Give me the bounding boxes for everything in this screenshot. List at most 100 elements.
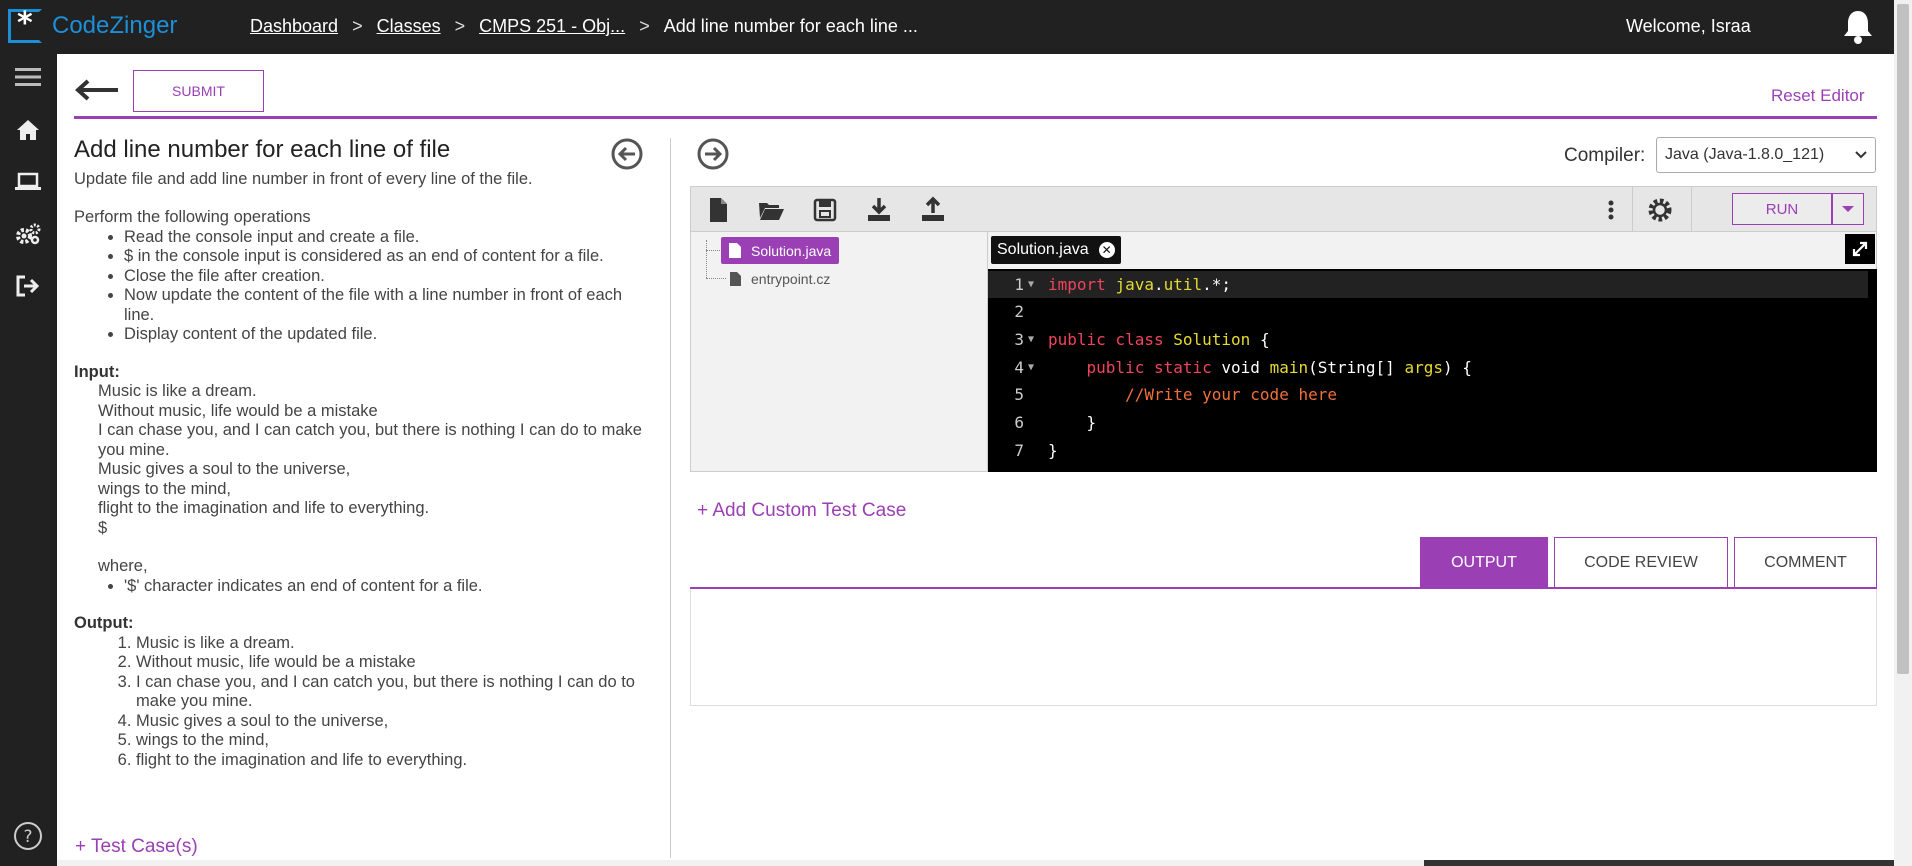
- output-line: flight to the imagination and life to ev…: [136, 751, 654, 771]
- laptop-icon[interactable]: [12, 166, 44, 198]
- tab-solution-java[interactable]: Solution.java ✕: [991, 236, 1121, 264]
- input-line: Music is like a dream.: [98, 382, 257, 400]
- tree-connector: [706, 240, 707, 278]
- tab-label: Solution.java: [997, 241, 1089, 258]
- code-text: //Write your code here: [1125, 385, 1337, 404]
- list-item: Display content of the updated file.: [124, 325, 654, 345]
- operations-list: Read the console input and create a file…: [124, 228, 654, 345]
- download-icon[interactable]: [865, 196, 893, 224]
- code-editor[interactable]: 1 ▼ import java.util.*; 2 3 ▼ public class…: [988, 269, 1877, 472]
- fold-arrow-icon[interactable]: ▼: [1028, 334, 1040, 345]
- breadcrumb-separator: >: [352, 16, 363, 36]
- tree-connector: [706, 250, 720, 251]
- tab-comment[interactable]: COMMENT: [1734, 537, 1877, 589]
- new-file-icon[interactable]: [704, 196, 732, 224]
- line-number: 1: [1014, 275, 1024, 294]
- test-cases-link[interactable]: + Test Case(s): [75, 836, 198, 858]
- fold-arrow-icon[interactable]: ▼: [1028, 279, 1040, 290]
- code-line: 7 }: [988, 437, 1877, 464]
- help-icon[interactable]: ?: [12, 820, 44, 852]
- output-line: wings to the mind,: [136, 731, 654, 751]
- editor-toolbar: [690, 186, 1877, 233]
- line-number: 7: [1014, 441, 1024, 460]
- submit-button[interactable]: SUBMIT: [133, 70, 264, 112]
- output-line: I can chase you, and I can catch you, bu…: [136, 673, 654, 712]
- close-tab-icon[interactable]: ✕: [1098, 242, 1115, 258]
- horizontal-scrollbar-thumb[interactable]: [1424, 860, 1894, 866]
- compiler-label: Compiler:: [1564, 145, 1646, 166]
- code-line: 5 //Write your code here: [988, 381, 1877, 408]
- logo[interactable]: CodeZinger: [8, 6, 178, 43]
- vertical-scrollbar-thumb[interactable]: [1897, 4, 1909, 674]
- file-tree: [690, 232, 988, 472]
- file-tree-item-solution[interactable]: Solution.java: [721, 237, 840, 264]
- file-tree-item-entrypoint[interactable]: entrypoint.cz: [730, 269, 830, 289]
- input-line: $: [98, 518, 108, 537]
- open-folder-icon[interactable]: [757, 196, 785, 224]
- file-icon: [730, 272, 741, 286]
- caret-down-icon: [1842, 206, 1854, 212]
- code-text: import java.util.*;: [1048, 275, 1232, 294]
- back-arrow-icon[interactable]: [74, 78, 120, 102]
- logo-mark-icon: [8, 6, 42, 43]
- menu-icon[interactable]: [12, 61, 44, 93]
- reset-editor-link[interactable]: Reset Editor: [1771, 86, 1865, 106]
- breadcrumb-course[interactable]: CMPS 251 - Obj...: [479, 16, 625, 37]
- code-line: 2: [988, 298, 1877, 325]
- collapse-left-icon[interactable]: [611, 138, 643, 170]
- code-text: }: [1048, 441, 1058, 460]
- breadcrumb-current: Add line number for each line ...: [663, 16, 918, 36]
- run-button[interactable]: RUN: [1732, 193, 1832, 225]
- home-icon[interactable]: [12, 114, 44, 146]
- breadcrumb-dashboard[interactable]: Dashboard: [250, 16, 338, 37]
- tab-output[interactable]: OUTPUT: [1420, 537, 1548, 589]
- input-line: I can chase you, and I can catch you, bu…: [98, 421, 642, 459]
- line-number: 6: [1014, 413, 1024, 432]
- code-line: 4 ▼ public static void main(String[] args…: [988, 354, 1877, 381]
- sample-output: Music is like a dream. Without music, li…: [136, 634, 654, 771]
- list-item: Close the file after creation.: [124, 267, 654, 287]
- code-line: 1 ▼ import java.util.*;: [988, 271, 1868, 298]
- list-item: Read the console input and create a file…: [124, 228, 654, 248]
- breadcrumb-separator: >: [454, 16, 466, 36]
- add-custom-test-case-link[interactable]: + Add Custom Test Case: [697, 500, 906, 522]
- panel-divider[interactable]: [670, 138, 671, 858]
- input-label: Input:: [74, 362, 120, 381]
- expand-right-icon[interactable]: [697, 138, 729, 170]
- save-icon[interactable]: [811, 196, 839, 224]
- output-line: Music gives a soul to the universe,: [136, 712, 654, 732]
- file-tree-label: entrypoint.cz: [751, 271, 831, 287]
- more-vertical-icon[interactable]: [1597, 196, 1625, 224]
- line-number: 3: [1014, 330, 1024, 349]
- code-line: 3 ▼ public class Solution {: [988, 326, 1877, 353]
- output-label: Output:: [74, 614, 134, 632]
- compiler-select[interactable]: Java (Java-1.8.0_121): [1656, 137, 1876, 173]
- header-divider: [74, 116, 1877, 119]
- run-options-button[interactable]: [1832, 193, 1864, 225]
- sign-out-icon[interactable]: [12, 270, 44, 302]
- code-text: public static void main(String[] args) {: [1086, 358, 1472, 377]
- settings-icon[interactable]: [1646, 196, 1674, 224]
- fullscreen-button[interactable]: [1845, 234, 1875, 264]
- fold-arrow-icon[interactable]: ▼: [1028, 362, 1040, 373]
- bell-icon[interactable]: [1838, 8, 1878, 46]
- toolbar-separator: [1691, 187, 1692, 233]
- top-bar: CodeZinger Dashboard > Classes > CMPS 25…: [0, 0, 1894, 54]
- tab-code-review[interactable]: CODE REVIEW: [1554, 537, 1728, 589]
- breadcrumb-classes[interactable]: Classes: [377, 16, 441, 37]
- where-label: where,: [98, 557, 148, 575]
- input-line: flight to the imagination and life to ev…: [98, 499, 430, 517]
- line-number: 2: [1014, 302, 1024, 321]
- list-item: $ in the console input is considered as …: [124, 247, 654, 267]
- breadcrumb: Dashboard > Classes > CMPS 251 - Obj... …: [250, 16, 918, 37]
- logo-text: CodeZinger: [52, 12, 178, 39]
- upload-icon[interactable]: [919, 196, 947, 224]
- gears-icon[interactable]: [12, 218, 44, 250]
- problem-panel: Add line number for each line of file Up…: [74, 132, 654, 866]
- code-text: public class Solution {: [1048, 330, 1270, 349]
- file-icon: [729, 243, 741, 258]
- breadcrumb-separator: >: [639, 16, 650, 36]
- where-list: '$' character indicates an end of conten…: [124, 577, 654, 597]
- editor-tab-bar: [988, 232, 1877, 269]
- expand-icon: [1852, 241, 1868, 257]
